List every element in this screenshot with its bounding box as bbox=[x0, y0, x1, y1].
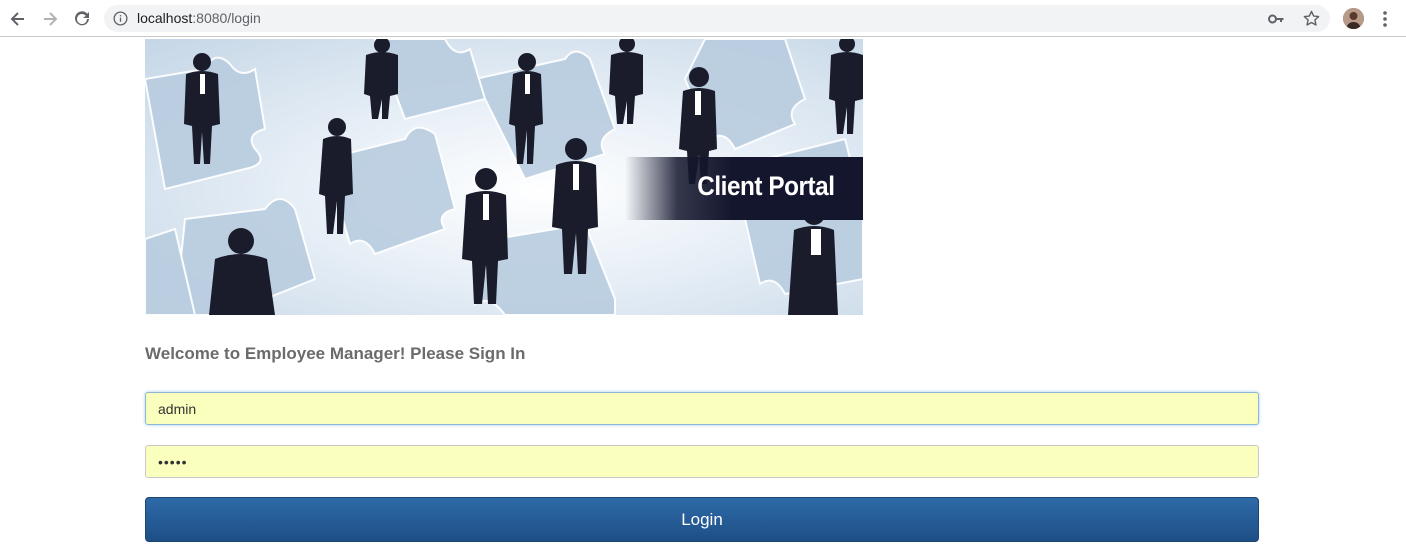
hero-banner-image: Client Portal bbox=[145, 39, 863, 315]
login-button[interactable]: Login bbox=[145, 497, 1259, 542]
url-host: localhost bbox=[137, 10, 193, 26]
url-text[interactable]: localhost:8080/login bbox=[137, 10, 261, 27]
username-input[interactable] bbox=[145, 392, 1259, 425]
arrow-left-icon bbox=[10, 12, 24, 26]
reload-button[interactable] bbox=[69, 6, 95, 32]
user-avatar-icon bbox=[1343, 8, 1364, 29]
kebab-menu-icon[interactable] bbox=[1376, 8, 1394, 30]
profile-avatar[interactable] bbox=[1343, 8, 1364, 29]
arrow-right-icon bbox=[44, 12, 58, 26]
password-input[interactable] bbox=[145, 445, 1259, 478]
back-button[interactable] bbox=[5, 6, 31, 32]
portal-title: Client Portal bbox=[697, 171, 836, 201]
address-bar[interactable]: localhost:8080/login bbox=[104, 5, 1330, 32]
info-icon[interactable] bbox=[113, 11, 128, 26]
url-path: :8080/login bbox=[192, 10, 261, 26]
key-icon[interactable] bbox=[1267, 10, 1285, 28]
star-icon[interactable] bbox=[1302, 9, 1321, 28]
reload-icon bbox=[75, 11, 89, 26]
welcome-heading: Welcome to Employee Manager! Please Sign… bbox=[145, 344, 526, 363]
browser-toolbar: localhost:8080/login bbox=[0, 0, 1406, 37]
forward-button[interactable] bbox=[37, 6, 63, 32]
portal-banner: Client Portal bbox=[625, 157, 863, 220]
